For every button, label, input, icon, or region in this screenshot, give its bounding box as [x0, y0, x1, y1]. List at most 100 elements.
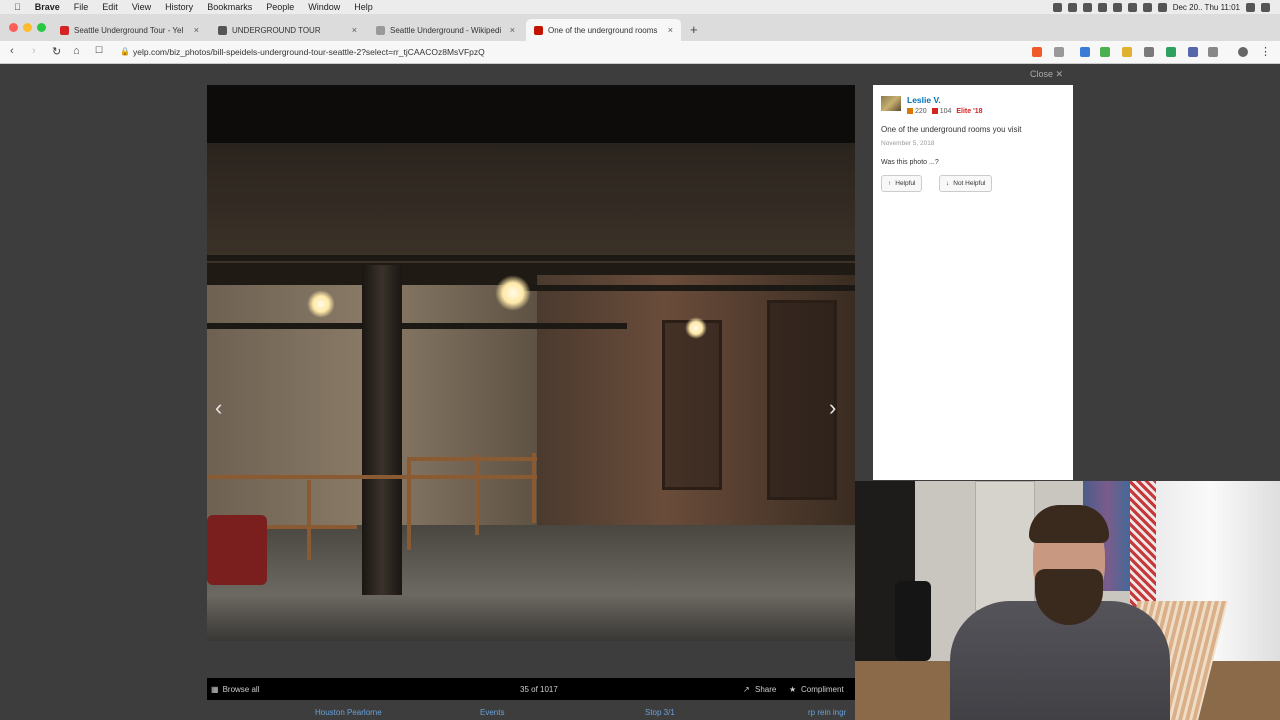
browse-all-button[interactable]: Browse all — [223, 685, 260, 694]
next-photo-arrow[interactable]: › — [829, 395, 836, 421]
photo-pillar — [362, 265, 402, 595]
menu-more-icon[interactable]: ⋮ — [1260, 45, 1271, 58]
review-icon — [931, 108, 938, 114]
reload-icon[interactable]: ↻ — [52, 45, 61, 58]
new-tab-button[interactable]: + — [690, 22, 698, 37]
menu-bar:  Brave File Edit View History Bookmarks… — [0, 0, 1280, 14]
photo-dark-top — [207, 85, 855, 143]
menu-file[interactable]: File — [74, 2, 89, 12]
photo-post — [407, 460, 411, 550]
tab-title: Seattle Underground Tour - Yel — [74, 25, 184, 35]
bookmark-icon[interactable]: ☐ — [95, 45, 103, 56]
home-icon[interactable]: ⌂ — [73, 45, 80, 57]
not-helpful-button[interactable]: ↓ Not Helpful — [939, 175, 993, 192]
tray-icon[interactable] — [1082, 2, 1092, 12]
photo-window — [662, 320, 722, 490]
helpful-question: Was this photo ...? — [881, 159, 939, 166]
not-helpful-label: Not Helpful — [953, 180, 986, 187]
photo-beam — [207, 323, 627, 329]
share-button[interactable]: Share — [755, 685, 776, 694]
webcam-person-hair — [1029, 505, 1109, 543]
extension-icon[interactable] — [1144, 47, 1154, 57]
user-name-link[interactable]: Leslie V. — [907, 95, 941, 105]
background-link[interactable]: Stop 3/1 — [645, 708, 675, 717]
tab-title: UNDERGROUND TOUR — [232, 25, 321, 35]
menu-tray: Dec 20.. Thu 11:01 — [1052, 0, 1270, 14]
webcam-overlay — [855, 481, 1280, 720]
photo-caption: One of the underground rooms you visit — [881, 125, 1022, 134]
extension-icon[interactable] — [1188, 47, 1198, 57]
photo-railing — [207, 475, 537, 479]
extension-icon[interactable] — [1080, 47, 1090, 57]
profile-icon[interactable] — [1238, 47, 1248, 57]
photo-post — [532, 453, 536, 523]
underground-room-photo[interactable]: ‹ › — [207, 85, 855, 641]
user-avatar[interactable] — [881, 96, 901, 111]
zoom-window-button[interactable] — [37, 23, 46, 32]
menu-app-name[interactable]: Brave — [35, 2, 60, 12]
menu-history[interactable]: History — [165, 2, 193, 12]
viewer-close-button[interactable]: Close ✕ — [1030, 69, 1063, 80]
photo-lamp — [307, 290, 335, 318]
url-field[interactable]: yelp.com/biz_photos/bill-speidels-underg… — [133, 45, 1033, 60]
tab-close-icon[interactable]: × — [352, 25, 357, 35]
tab-title: Seattle Underground - Wikipedi — [390, 25, 502, 35]
reviews-count: 104 — [931, 108, 951, 115]
compliment-button[interactable]: Compliment — [801, 685, 844, 694]
tab-close-icon[interactable]: × — [510, 25, 515, 35]
tab-close-icon[interactable]: × — [668, 25, 673, 35]
battery-icon[interactable] — [1157, 2, 1167, 12]
menu-view[interactable]: View — [132, 2, 151, 12]
tab-close-icon[interactable]: × — [194, 25, 199, 35]
photo-window — [767, 300, 837, 500]
address-bar: ‹ › ↻ ⌂ ☐ 🔒 yelp.com/biz_photos/bill-spe… — [0, 41, 1280, 64]
extension-icon[interactable] — [1122, 47, 1132, 57]
photo-beam — [207, 255, 855, 261]
helpful-button[interactable]: ↑ Helpful — [881, 175, 923, 192]
tray-icon[interactable] — [1052, 2, 1062, 12]
menu-bookmarks[interactable]: Bookmarks — [207, 2, 252, 12]
extension-icon[interactable] — [1100, 47, 1110, 57]
friends-icon — [907, 108, 913, 114]
grid-icon: ▦ — [211, 684, 219, 694]
menu-clock[interactable]: Dec 20.. Thu 11:01 — [1173, 3, 1240, 12]
forward-icon[interactable]: › — [32, 45, 36, 57]
brave-shields-icon[interactable] — [1032, 47, 1042, 57]
volume-icon[interactable] — [1142, 2, 1152, 12]
tab-underground-tour[interactable]: UNDERGROUND TOUR × — [210, 19, 365, 41]
webcam-chair — [895, 581, 931, 661]
rewards-icon[interactable] — [1054, 47, 1064, 57]
lock-icon: 🔒 — [120, 47, 130, 56]
extension-icon[interactable] — [1208, 47, 1218, 57]
minimize-window-button[interactable] — [23, 23, 32, 32]
compliment-icon: ★ — [789, 684, 797, 694]
tab-photo-active[interactable]: One of the underground rooms × — [526, 19, 681, 41]
back-icon[interactable]: ‹ — [10, 45, 14, 57]
friends-value: 220 — [915, 108, 927, 115]
extension-icon[interactable] — [1166, 47, 1176, 57]
photo-lamp — [685, 317, 707, 339]
wifi-icon[interactable] — [1127, 2, 1137, 12]
tab-wikipedia[interactable]: Seattle Underground - Wikipedi × — [368, 19, 523, 41]
tab-yelp-tour[interactable]: Seattle Underground Tour - Yel × — [52, 19, 207, 41]
previous-photo-arrow[interactable]: ‹ — [215, 395, 222, 421]
user-stats: 220 104 Elite '18 — [907, 108, 983, 115]
apple-icon[interactable]:  — [14, 2, 21, 12]
background-link[interactable]: Events — [480, 708, 504, 717]
arrow-down-icon: ↓ — [946, 180, 950, 187]
tray-icon[interactable] — [1067, 2, 1077, 12]
menu-window[interactable]: Window — [308, 2, 340, 12]
notification-center-icon[interactable] — [1261, 2, 1270, 12]
menu-edit[interactable]: Edit — [102, 2, 118, 12]
helpful-label: Helpful — [895, 180, 916, 187]
tray-icon[interactable] — [1112, 2, 1122, 12]
background-link[interactable]: Houston Pearlorne — [315, 708, 382, 717]
menu-people[interactable]: People — [266, 2, 294, 12]
elite-badge: Elite '18 — [956, 108, 983, 115]
menu-help[interactable]: Help — [354, 2, 373, 12]
tray-icon[interactable] — [1097, 2, 1107, 12]
background-link[interactable]: rp rein ingr — [808, 708, 846, 717]
photo-post — [475, 455, 479, 535]
spotlight-icon[interactable] — [1246, 2, 1255, 12]
close-window-button[interactable] — [9, 23, 18, 32]
